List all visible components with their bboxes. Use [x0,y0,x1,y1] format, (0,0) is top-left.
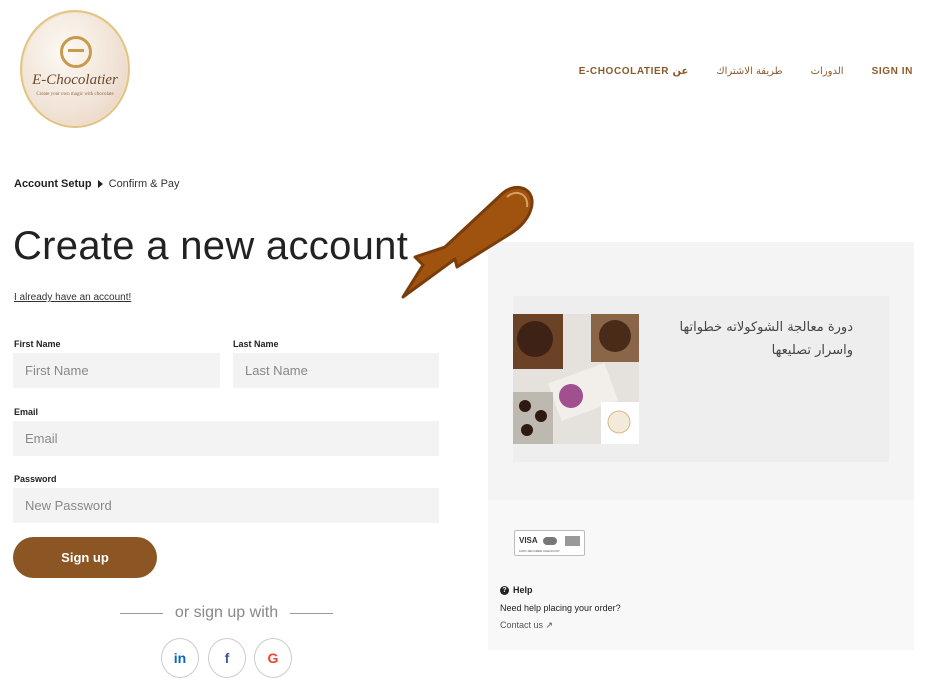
visa-label: VISA [519,536,538,545]
nav-about[interactable]: E-CHOCOLATIER عن [579,66,689,77]
contact-label[interactable]: Contact us [500,620,543,630]
breadcrumb-next: Confirm & Pay [108,178,180,190]
logo-tagline: Create your own magic with chocolate [36,92,114,97]
have-account-link[interactable]: I already have an account! [14,292,131,303]
email-label: Email [14,407,39,417]
main-nav: E-CHOCOLATIER عن طريقة الاشتراك الدورات … [579,66,913,77]
nav-courses[interactable]: الدورات [811,66,844,77]
page-title: Create a new account [13,224,409,268]
nav-signin[interactable]: SIGN IN [872,66,913,77]
logo-emblem [60,36,92,68]
course-thumbnail [513,314,639,444]
password-label: Password [14,474,57,484]
order-summary-panel: دورة معالجة الشوكولاته خطواتها واسرار تص… [488,242,914,650]
question-icon: ? [500,585,509,595]
google-icon[interactable]: G [254,638,292,678]
divider-line-right [290,612,334,614]
first-name-label: First Name [14,339,61,349]
breadcrumb: Account Setup Confirm & Pay [14,178,180,190]
password-input[interactable]: New Password [13,488,439,523]
last-name-label: Last Name [233,339,279,349]
course-title: دورة معالجة الشوكولاته خطواتها واسرار تص… [679,320,853,358]
nav-subscription[interactable]: طريقة الاشتراك [716,66,782,77]
site-logo[interactable]: E-Chocolatier Create your own magic with… [20,10,130,128]
annotation-arrow-icon [401,186,534,299]
last-name-input[interactable]: Last Name [233,353,439,388]
amex-icon [565,536,580,546]
contact-link[interactable]: Contact us ↗ [500,620,621,631]
help-title: Help [513,585,533,595]
email-input[interactable]: Email [13,421,439,456]
first-name-input[interactable]: First Name [13,353,220,388]
payment-cards-badge: VISA 100% SECURED CHECKOUT [514,530,585,556]
help-question: Need help placing your order? [500,603,621,613]
or-signup-text: or sign up with [174,604,279,621]
external-link-icon: ↗ [545,620,554,630]
divider-line-left [120,612,163,614]
linkedin-icon[interactable]: in [161,638,199,678]
breadcrumb-current: Account Setup [14,178,92,190]
course-card: دورة معالجة الشوكولاته خطواتها واسرار تص… [513,296,889,462]
facebook-icon[interactable]: f [208,638,246,678]
breadcrumb-arrow-icon [97,180,103,188]
or-signup-divider: or sign up with [120,604,334,622]
secure-checkout-text: 100% SECURED CHECKOUT [519,549,560,553]
help-heading: ? Help [500,585,621,595]
mastercard-icon [543,537,557,545]
help-section: ? Help Need help placing your order? Con… [500,585,621,631]
logo-name: E-Chocolatier [32,72,118,88]
signup-button[interactable]: Sign up [13,537,157,578]
